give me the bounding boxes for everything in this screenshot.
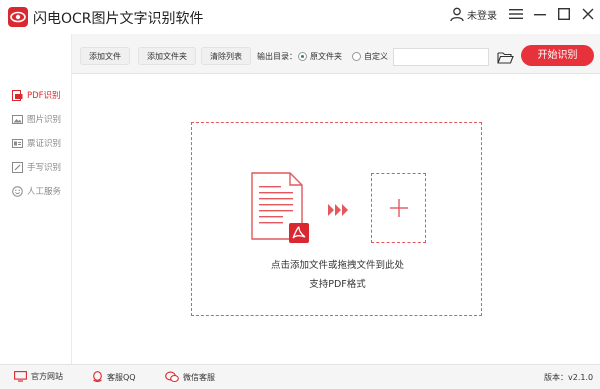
smile-icon <box>12 185 23 197</box>
radio-custom-label: 自定义 <box>364 52 388 61</box>
sidebar-item-label: PDF识别 <box>27 91 61 101</box>
pdf-icon <box>12 89 23 101</box>
official-website-label: 官方网站 <box>31 372 63 381</box>
sidebar-item-ticket[interactable]: 票证识别 <box>12 136 61 150</box>
toolbar: 添加文件 添加文件夹 清除列表 输出目录： 原文件夹 自定义 开始识别 <box>72 34 600 74</box>
main-panel: 点击添加文件或拖拽文件到此处 支持PDF格式 <box>72 75 600 364</box>
file-drop-zone[interactable]: 点击添加文件或拖拽文件到此处 支持PDF格式 <box>191 122 482 316</box>
version-text: 版本：v2.1.0 <box>544 373 594 382</box>
sidebar-item-label: 票证识别 <box>27 139 62 149</box>
sidebar: PDF识别 图片识别 票证识别 手写识别 人工服务 <box>0 34 72 364</box>
radio-custom[interactable] <box>352 52 361 61</box>
supported-format-text: 支持PDF格式 <box>309 279 366 290</box>
minimize-icon <box>534 14 546 16</box>
sidebar-item-label: 图片识别 <box>27 115 62 125</box>
monitor-icon <box>14 371 27 382</box>
app-title: 闪电OCR图片文字识别软件 <box>33 11 204 27</box>
add-folder-button[interactable]: 添加文件夹 <box>138 47 196 65</box>
browse-folder-button[interactable] <box>495 48 515 66</box>
login-status: 未登录 <box>467 10 497 22</box>
sidebar-item-service[interactable]: 人工服务 <box>12 184 61 198</box>
menu-button[interactable] <box>506 4 526 24</box>
wechat-icon <box>165 371 179 383</box>
drop-hint-text: 点击添加文件或拖拽文件到此处 <box>270 260 404 271</box>
clear-list-button[interactable]: 清除列表 <box>201 47 251 65</box>
sidebar-item-image[interactable]: 图片识别 <box>12 112 61 126</box>
app-logo-icon <box>8 7 28 27</box>
sidebar-item-handwriting[interactable]: 手写识别 <box>12 160 61 174</box>
qq-icon <box>93 371 102 383</box>
official-website-link[interactable]: 官方网站 <box>14 371 63 382</box>
arrow-right-icon <box>328 204 348 216</box>
sidebar-item-label: 手写识别 <box>27 163 62 173</box>
qq-support-label: 客服QQ <box>107 372 136 382</box>
login-button[interactable]: 未登录 <box>449 6 497 22</box>
status-bar: 官方网站 客服QQ 微信客服 版本：v2.1.0 <box>0 364 600 389</box>
plus-icon <box>389 199 408 217</box>
output-path-input[interactable] <box>393 48 489 66</box>
sidebar-item-pdf[interactable]: PDF识别 <box>12 88 61 102</box>
add-file-button[interactable]: 添加文件 <box>80 47 130 65</box>
output-dir-label: 输出目录： <box>257 52 297 61</box>
qq-support-link[interactable]: 客服QQ <box>92 371 136 383</box>
add-file-box[interactable] <box>371 173 426 243</box>
user-icon <box>450 7 464 22</box>
pen-icon <box>12 161 23 173</box>
wechat-support-label: 微信客服 <box>183 372 215 382</box>
close-button[interactable] <box>578 4 598 24</box>
radio-source-folder[interactable] <box>298 52 307 61</box>
wechat-support-link[interactable]: 微信客服 <box>165 371 215 383</box>
pdf-document-icon <box>251 172 309 243</box>
radio-source-folder-label: 原文件夹 <box>310 52 342 61</box>
maximize-icon <box>558 8 570 20</box>
image-icon <box>12 114 23 125</box>
sidebar-item-label: 人工服务 <box>27 187 62 197</box>
maximize-button[interactable] <box>554 4 574 24</box>
start-recognition-button[interactable]: 开始识别 <box>521 45 594 66</box>
close-icon <box>582 8 594 20</box>
hamburger-icon <box>509 9 523 19</box>
folder-icon <box>496 51 514 64</box>
id-card-icon <box>12 138 23 149</box>
title-bar: 闪电OCR图片文字识别软件 未登录 <box>0 0 600 34</box>
minimize-button[interactable] <box>530 4 550 24</box>
